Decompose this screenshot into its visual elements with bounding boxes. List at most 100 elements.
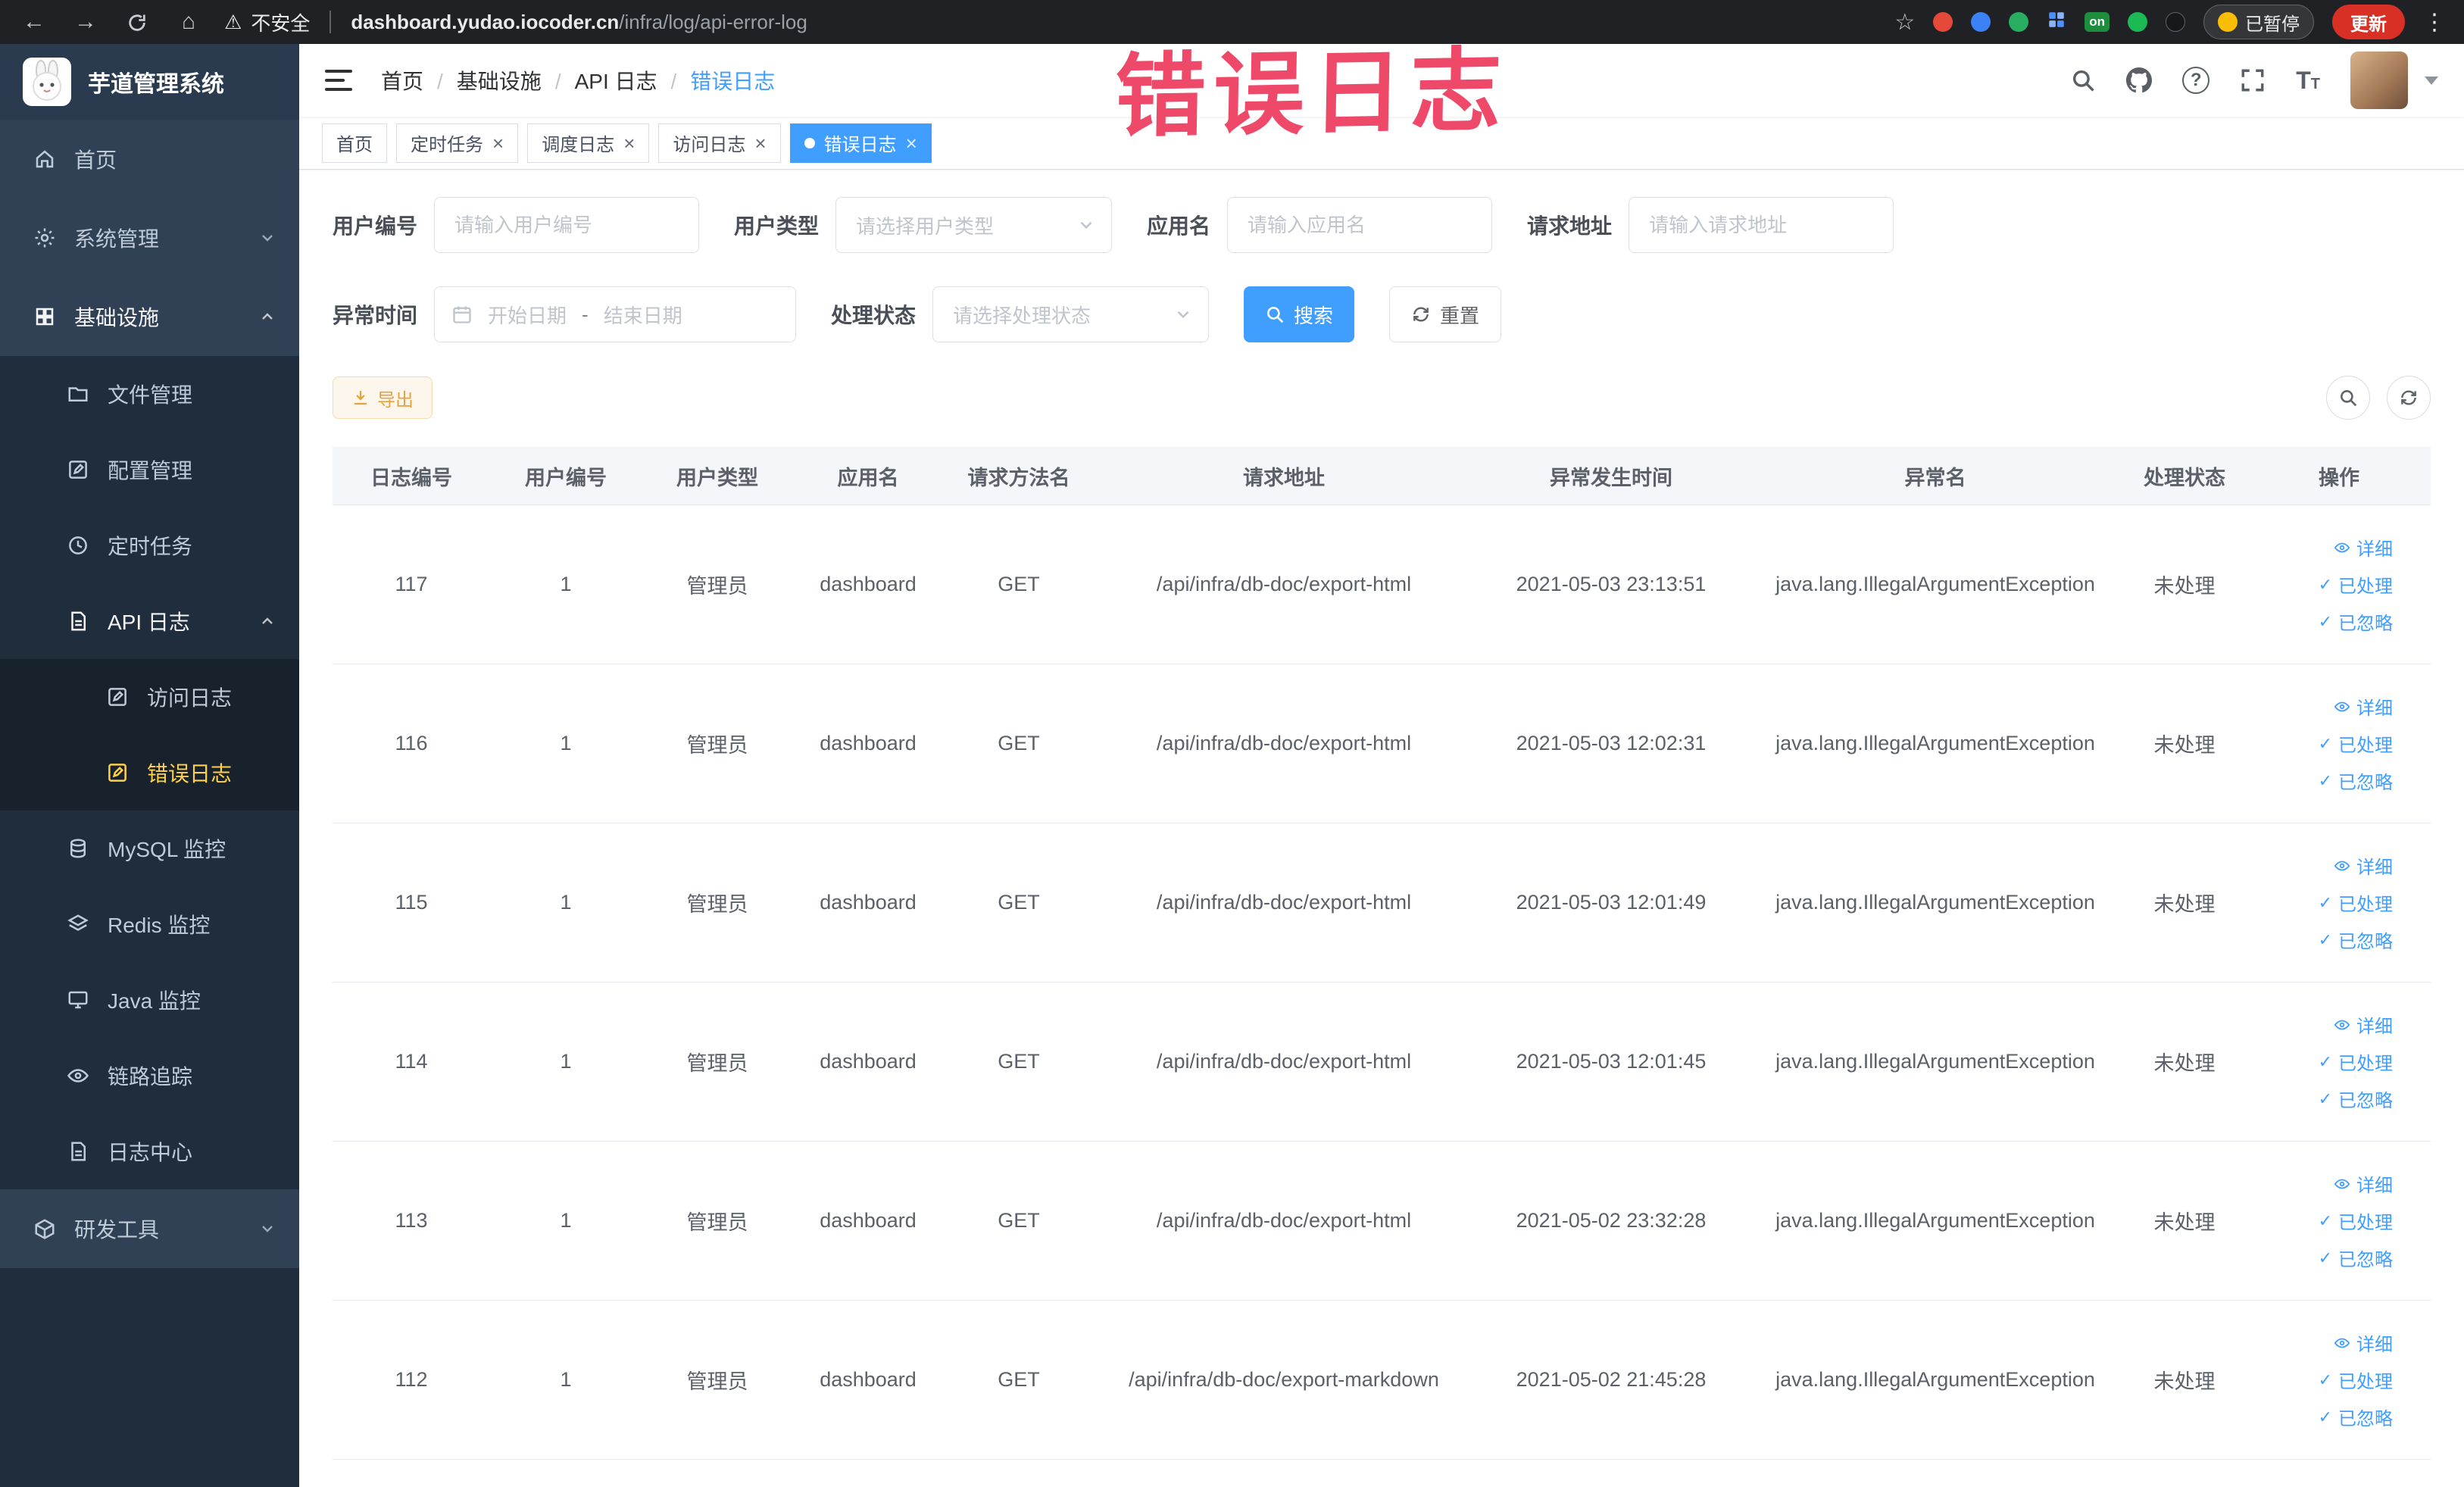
sidebar-item-home[interactable]: 首页 <box>0 120 299 198</box>
paused-pill[interactable]: 已暂停 <box>2203 5 2314 39</box>
extension-icon-blue[interactable] <box>1971 12 1991 32</box>
process-status-select[interactable]: 请选择处理状态 <box>932 286 1210 342</box>
extension-icon-red[interactable] <box>1933 12 1953 32</box>
search-icon <box>2338 388 2358 408</box>
date-range-picker[interactable]: 开始日期 - 结束日期 <box>434 286 797 342</box>
sidebar-item-mysql-monitor[interactable]: MySQL 监控 <box>0 811 299 886</box>
close-icon[interactable]: × <box>623 133 635 153</box>
tab-label: 访问日志 <box>673 135 746 155</box>
tab-label: 首页 <box>336 135 373 155</box>
reset-button-label: 重置 <box>1440 304 1480 327</box>
search-toggle-button[interactable] <box>2326 376 2370 420</box>
search-icon[interactable] <box>2070 67 2096 93</box>
sidebar-item-label: 首页 <box>74 148 117 172</box>
user-id-input[interactable] <box>434 197 700 253</box>
extension-icon-leaf[interactable] <box>2128 12 2147 32</box>
tab-scheduled-jobs[interactable]: 定时任务 × <box>396 123 519 163</box>
processed-link[interactable]: ✓ 已处理 <box>2319 1367 2393 1393</box>
ignored-link[interactable]: ✓ 已忽略 <box>2319 926 2393 953</box>
app-title: 芋道管理系统 <box>88 72 224 97</box>
processed-link[interactable]: ✓ 已处理 <box>2319 1207 2393 1234</box>
refresh-button[interactable] <box>2387 376 2431 420</box>
reset-button[interactable]: 重置 <box>1389 286 1502 342</box>
sidebar-item-log-center[interactable]: 日志中心 <box>0 1114 299 1189</box>
detail-link[interactable]: 详细 <box>2334 1011 2393 1038</box>
ignored-link[interactable]: ✓ 已忽略 <box>2319 1086 2393 1112</box>
table-row: 113 1 管理员 dashboard GET /api/infra/db-do… <box>333 1142 2431 1301</box>
ignored-link[interactable]: ✓ 已忽略 <box>2319 1404 2393 1430</box>
user-type-select[interactable]: 请选择用户类型 <box>835 197 1113 253</box>
address-bar[interactable]: dashboard.yudao.iocoder.cn /infra/log/ap… <box>351 11 807 34</box>
extension-icon-grid[interactable] <box>2047 10 2066 35</box>
col-url: 请求地址 <box>1243 466 1325 489</box>
sidebar-item-trace[interactable]: 链路追踪 <box>0 1038 299 1114</box>
update-button[interactable]: 更新 <box>2332 5 2405 39</box>
tab-dispatch-log[interactable]: 调度日志 × <box>527 123 650 163</box>
processed-link[interactable]: ✓ 已处理 <box>2319 571 2393 598</box>
monitor-icon <box>67 989 89 1011</box>
sidebar-item-error-log[interactable]: 错误日志 <box>0 735 299 811</box>
detail-link[interactable]: 详细 <box>2334 534 2393 561</box>
detail-link[interactable]: 详细 <box>2334 1170 2393 1197</box>
processed-link[interactable]: ✓ 已处理 <box>2319 889 2393 916</box>
tab-home[interactable]: 首页 <box>322 123 387 163</box>
breadcrumb-home[interactable]: 首页 <box>381 65 443 95</box>
sidebar-item-access-log[interactable]: 访问日志 <box>0 659 299 735</box>
detail-link[interactable]: 详细 <box>2334 852 2393 879</box>
sidebar-item-api-log[interactable]: API 日志 <box>0 583 299 659</box>
home-icon[interactable]: ⌂ <box>173 9 205 35</box>
github-icon[interactable] <box>2126 67 2152 93</box>
detail-link[interactable]: 详细 <box>2334 693 2393 720</box>
app-logo[interactable]: 芋道管理系统 <box>0 44 299 120</box>
sidebar-item-infra[interactable]: 基础设施 <box>0 277 299 356</box>
eye-icon <box>2334 1017 2350 1033</box>
clock-icon <box>67 534 89 557</box>
help-icon[interactable]: ? <box>2182 67 2210 94</box>
processed-link[interactable]: ✓ 已处理 <box>2319 730 2393 757</box>
detail-link[interactable]: 详细 <box>2334 1329 2393 1356</box>
bookmark-star-icon[interactable]: ☆ <box>1894 9 1915 36</box>
request-url-input[interactable] <box>1629 197 1894 253</box>
fullscreen-icon[interactable] <box>2240 67 2266 93</box>
sidebar-item-java-monitor[interactable]: Java 监控 <box>0 962 299 1038</box>
eye-icon <box>2334 1335 2350 1351</box>
tab-error-log[interactable]: 错误日志 × <box>789 123 932 163</box>
table-header: 日志编号 用户编号 用户类型 应用名 请求方法名 请求地址 异常发生时间 异常名… <box>333 447 2431 505</box>
reload-icon[interactable] <box>121 9 153 35</box>
extension-icon-green[interactable] <box>2009 12 2029 32</box>
avatar[interactable] <box>2350 52 2408 109</box>
back-icon[interactable]: ← <box>18 9 50 35</box>
filter-process-status: 处理状态 请选择处理状态 <box>831 286 1210 342</box>
security-indicator[interactable]: ⚠ 不安全 <box>224 8 310 36</box>
sidebar-item-redis-monitor[interactable]: Redis 监控 <box>0 886 299 962</box>
breadcrumb-infra[interactable]: 基础设施 <box>457 65 561 95</box>
cell-actions: 详细 ✓ 已处理 ✓ 已忽略 <box>2247 505 2431 664</box>
search-button[interactable]: 搜索 <box>1244 286 1355 342</box>
sidebar-item-system[interactable]: 系统管理 <box>0 198 299 277</box>
tab-label: 定时任务 <box>411 135 483 155</box>
ignored-link[interactable]: ✓ 已忽略 <box>2319 767 2393 794</box>
font-size-icon[interactable]: TT <box>2296 67 2320 95</box>
caret-down-icon[interactable] <box>2425 76 2438 85</box>
hamburger-icon[interactable] <box>325 70 352 91</box>
breadcrumb-api-log[interactable]: API 日志 <box>575 65 677 95</box>
sidebar-item-dev-tools[interactable]: 研发工具 <box>0 1189 299 1268</box>
sidebar-item-scheduled-jobs[interactable]: 定时任务 <box>0 508 299 583</box>
close-icon[interactable]: × <box>492 133 504 153</box>
filter-label: 异常时间 <box>333 304 418 327</box>
extension-on-badge[interactable]: on <box>2085 12 2110 32</box>
kebab-menu-icon[interactable]: ⋮ <box>2423 9 2446 36</box>
extension-icon-dark[interactable] <box>2166 12 2185 32</box>
export-button[interactable]: 导出 <box>333 376 433 419</box>
forward-icon[interactable]: → <box>70 9 101 35</box>
ignored-link[interactable]: ✓ 已忽略 <box>2319 1245 2393 1271</box>
processed-link[interactable]: ✓ 已处理 <box>2319 1048 2393 1075</box>
close-icon[interactable]: × <box>754 133 766 153</box>
sidebar-item-config-manage[interactable]: 配置管理 <box>0 432 299 508</box>
ignored-link[interactable]: ✓ 已忽略 <box>2319 608 2393 635</box>
close-icon[interactable]: × <box>906 133 917 153</box>
app-name-input[interactable] <box>1227 197 1493 253</box>
sidebar-item-file-manage[interactable]: 文件管理 <box>0 356 299 432</box>
tab-access-log[interactable]: 访问日志 × <box>658 123 781 163</box>
cell-actions: 详细 ✓ 已处理 ✓ 已忽略 <box>2247 664 2431 823</box>
